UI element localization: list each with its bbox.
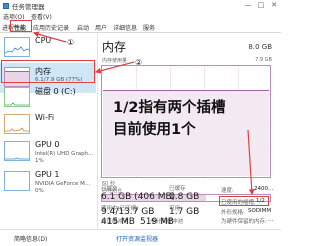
sidebar-label: 磁盘 0 (C:) — [35, 87, 76, 96]
gpu0-thumbnail — [4, 141, 30, 161]
tab-details[interactable]: 详细信息 — [113, 23, 137, 32]
sidebar-sublabel: NVIDIA GeForce M... — [35, 181, 91, 187]
open-resource-monitor-link[interactable]: 打开资源监视器 — [116, 234, 158, 243]
cpu-mini-graph — [5, 46, 29, 54]
paged-pool-value: 415 MB — [101, 217, 135, 227]
disk-thumbnail — [4, 87, 30, 107]
sidebar-label: CPU — [35, 36, 52, 45]
tab-highlight-box — [10, 20, 32, 32]
annotation-text: 1/2指有两个插槽 目前使用1个 — [113, 97, 283, 141]
sidebar-item-gpu0[interactable]: GPU 0 Intel(R) UHD Graph... 1% — [0, 137, 96, 167]
sidebar-item-disk[interactable]: 磁盘 0 (C:) — [0, 83, 96, 113]
sidebar-sublabel: 0% — [35, 188, 44, 194]
form-factor-value: SODIMM — [248, 208, 272, 214]
tab-app-history[interactable]: 应用历史记录 — [33, 23, 69, 32]
tab-services[interactable]: 服务 — [143, 23, 155, 32]
speed-label: 速度: — [221, 188, 234, 194]
close-button[interactable]: ✕ — [269, 1, 279, 9]
annotation-line-2: 目前使用1个 — [113, 122, 196, 138]
usage-graph-max: 7.9 GB — [255, 57, 272, 63]
disk-mini-graph — [5, 102, 29, 106]
reserved-value: ... — [268, 217, 274, 223]
speed-value: 2400... — [254, 186, 274, 192]
footer-bar: 简略信息(D) 打开资源监视器 — [0, 229, 281, 246]
fewer-details-link[interactable]: 简略信息(D) — [14, 234, 47, 243]
wifi-thumbnail — [4, 114, 30, 134]
cached-value: 1.7 GB — [169, 207, 200, 217]
cpu-thumbnail — [4, 37, 30, 57]
menu-bar: 选项(O) 查看(V) — [0, 11, 281, 21]
sidebar-item-gpu1[interactable]: GPU 1 NVIDIA GeForce M... 0% — [0, 167, 96, 197]
sidebar-label: GPU 1 — [35, 170, 60, 179]
sidebar-sublabel: 1% — [35, 158, 44, 164]
total-memory: 8.0 GB — [248, 43, 272, 51]
gpu1-thumbnail — [4, 171, 30, 191]
marker-two: ② — [135, 58, 143, 67]
tab-users[interactable]: 用户 — [95, 23, 107, 32]
task-manager-icon — [3, 3, 9, 9]
sidebar-label: GPU 0 — [35, 140, 60, 149]
nonpaged-pool-value: 519 MB — [140, 217, 174, 227]
gpu0-mini-graph — [5, 157, 29, 160]
sidebar-item-cpu[interactable]: CPU — [0, 33, 96, 63]
minimize-button[interactable]: — — [243, 1, 253, 9]
sidebar-item-wifi[interactable]: Wi-Fi — [0, 110, 96, 140]
sidebar-sublabel: Intel(R) UHD Graph... — [35, 151, 94, 157]
slots-highlight-box — [219, 196, 269, 206]
committed-value: 9.4/13.7 GB — [101, 207, 155, 217]
wifi-mini-graph — [5, 127, 29, 132]
tab-bar: 进程 性能 应用历史记录 启动 用户 详细信息 服务 — [0, 21, 281, 33]
annotation-line-1: 1/2指有两个插槽 — [113, 100, 226, 116]
sidebar-label: Wi-Fi — [35, 113, 55, 122]
cached-label: 已缓存 — [169, 186, 186, 192]
window-title: 任务管理器 — [12, 3, 45, 11]
committed-label: 已提交 — [101, 186, 118, 192]
maximize-button[interactable]: □ — [256, 1, 266, 9]
memory-highlight-box — [1, 60, 95, 83]
in-use-value: 6.1 GB (406 MB) — [101, 192, 176, 202]
available-value: 1.8 GB — [169, 192, 200, 202]
form-factor-label: 外形规格: — [221, 210, 245, 216]
reserved-label: 为硬件保留的内存: — [221, 219, 267, 225]
usage-graph-label: 内存使用量 — [102, 58, 128, 64]
menu-view[interactable]: 查看(V) — [31, 12, 52, 21]
page-title: 内存 — [102, 40, 127, 54]
tab-startup[interactable]: 启动 — [77, 23, 89, 32]
marker-one: ① — [67, 38, 75, 47]
